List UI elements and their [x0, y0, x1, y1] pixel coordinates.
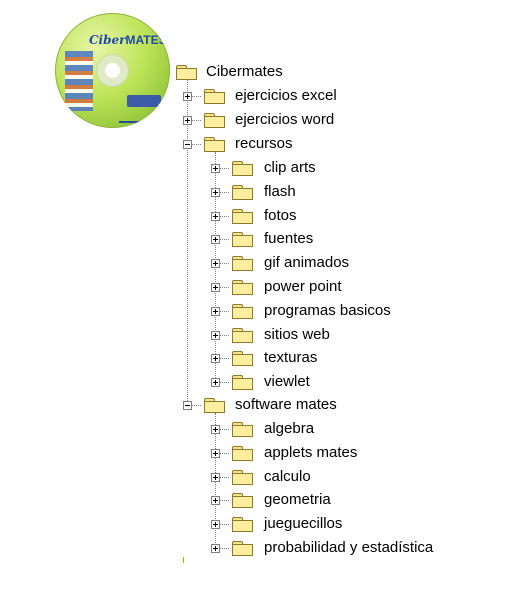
folder-icon — [204, 112, 226, 128]
expand-button[interactable] — [211, 544, 220, 553]
folder-icon — [232, 327, 254, 343]
folder-icon — [232, 421, 254, 437]
folder-icon — [232, 492, 254, 508]
tree-connector — [187, 79, 188, 405]
collapse-button[interactable] — [183, 140, 192, 149]
expand-button[interactable] — [211, 378, 220, 387]
tree-node-label: jueguecillos — [264, 515, 343, 532]
folder-icon — [232, 279, 254, 295]
tree-node-label: programas basicos — [264, 302, 391, 319]
expand-button[interactable] — [211, 520, 220, 529]
folder-icon — [232, 231, 254, 247]
expand-button[interactable] — [211, 473, 220, 482]
expand-button[interactable] — [211, 331, 220, 340]
tree-node-label: gif animados — [264, 254, 350, 271]
expand-button[interactable] — [211, 496, 220, 505]
folder-icon — [232, 208, 254, 224]
folder-icon — [204, 88, 226, 104]
expand-button[interactable] — [211, 449, 220, 458]
folder-icon — [232, 445, 254, 461]
tree-node-label: Cibermates — [206, 63, 283, 80]
expand-button[interactable] — [211, 307, 220, 316]
collapse-button[interactable] — [183, 401, 192, 410]
expand-button[interactable] — [211, 283, 220, 292]
expand-button[interactable] — [183, 116, 192, 125]
tree-node-label: sitios web — [264, 326, 330, 343]
expand-button[interactable] — [211, 164, 220, 173]
folder-icon — [232, 540, 254, 556]
folder-icon — [232, 255, 254, 271]
expand-button[interactable] — [183, 92, 192, 101]
tree-node-label: ejercicios word — [235, 111, 335, 128]
expand-button[interactable] — [211, 425, 220, 434]
tree-node-label: software mates — [235, 396, 337, 413]
folder-icon — [232, 303, 254, 319]
folder-icon — [232, 184, 254, 200]
expand-button[interactable] — [211, 188, 220, 197]
folder-tree: Cibermates ejercicios excel ejercicios w… — [0, 0, 524, 600]
expand-button[interactable] — [211, 259, 220, 268]
tree-node-label: fuentes — [264, 230, 314, 247]
folder-icon — [204, 397, 226, 413]
tree-node-label: texturas — [264, 349, 318, 366]
expand-button[interactable] — [211, 354, 220, 363]
tree-node-label: applets mates — [264, 444, 358, 461]
folder-icon — [232, 469, 254, 485]
tree-node-label: probabilidad y estadística — [264, 539, 434, 556]
tree-node-label: power point — [264, 278, 342, 295]
tree-node-label: geometria — [264, 491, 331, 508]
tree-node-label: clip arts — [264, 159, 316, 176]
tree-node-label: fotos — [264, 207, 297, 224]
tree-node-label: flash — [264, 183, 296, 200]
expand-button[interactable] — [211, 235, 220, 244]
tree-node-label: algebra — [264, 420, 315, 437]
tree-node-label: recursos — [235, 135, 293, 152]
folder-icon — [232, 160, 254, 176]
tree-connector — [183, 557, 184, 563]
tree-node-label: calculo — [264, 468, 311, 485]
folder-icon — [232, 374, 254, 390]
tree-node-label: ejercicios excel — [235, 87, 337, 104]
folder-icon — [232, 350, 254, 366]
folder-icon — [204, 136, 226, 152]
tree-node-label: viewlet — [264, 373, 310, 390]
folder-icon — [176, 64, 198, 80]
folder-icon — [232, 516, 254, 532]
expand-button[interactable] — [211, 212, 220, 221]
